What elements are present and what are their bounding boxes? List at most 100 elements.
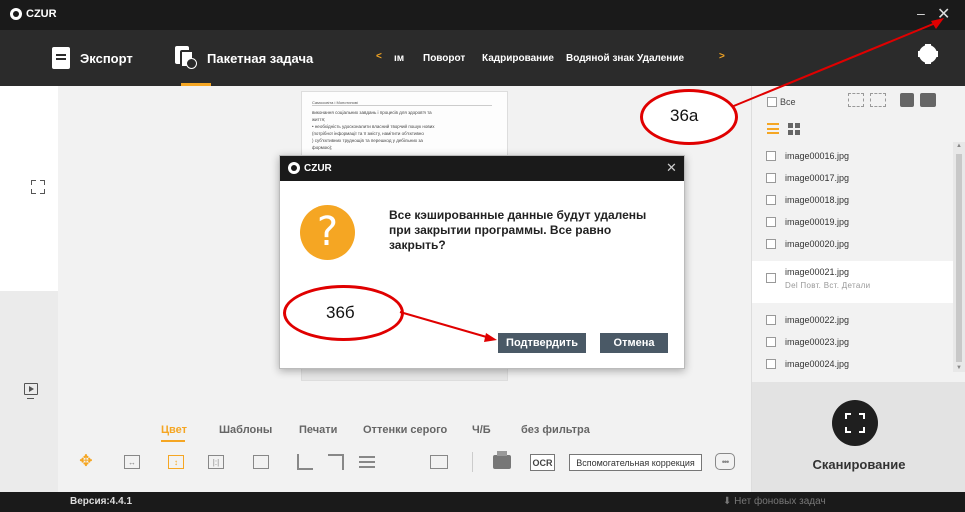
filter-grayscale[interactable]: Оттенки серого bbox=[363, 424, 447, 436]
preview-header: Cамоосвіта і Монотипові bbox=[312, 100, 492, 106]
title-bar: CZUR – ✕ bbox=[0, 0, 965, 30]
question-icon: ? bbox=[300, 205, 355, 260]
move-icon[interactable]: ✥ bbox=[78, 454, 94, 470]
file-item[interactable]: image00017.jpg bbox=[752, 167, 953, 189]
preview-line: ) суб'єктивних труднощів та перешкод у д… bbox=[312, 138, 423, 143]
fit-height-icon[interactable]: ↕ bbox=[168, 455, 184, 469]
scan-area: Сканирование bbox=[752, 382, 965, 492]
folder-icon[interactable] bbox=[920, 93, 936, 107]
slideshow-play-icon[interactable] bbox=[24, 383, 38, 399]
assist-correction-button[interactable]: Вспомогательная коррекция bbox=[569, 454, 702, 471]
grid-view-icon[interactable] bbox=[788, 123, 800, 135]
dialog-title-bar: CZUR ✕ bbox=[280, 156, 684, 181]
file-item[interactable]: image00022.jpg bbox=[752, 309, 953, 331]
menu-item-truncated[interactable]: ıм bbox=[394, 30, 404, 86]
file-name: image00017.jpg bbox=[785, 173, 850, 183]
scan-button[interactable] bbox=[832, 400, 878, 446]
file-name: image00020.jpg bbox=[785, 239, 850, 249]
import-icon[interactable] bbox=[900, 93, 914, 107]
file-name: image00022.jpg bbox=[785, 315, 850, 325]
background-tasks-text: Нет фоновых задач bbox=[734, 496, 826, 507]
file-item[interactable]: image00018.jpg bbox=[752, 189, 953, 211]
menu-item-rotate[interactable]: Поворот bbox=[423, 30, 465, 86]
crop-icon[interactable] bbox=[297, 454, 313, 470]
scrollbar-thumb[interactable] bbox=[956, 154, 962, 362]
file-item-selected[interactable]: image00021.jpg Del Повт. Вст. Детали bbox=[752, 261, 953, 303]
checkbox-icon[interactable] bbox=[766, 315, 776, 325]
menu-item-watermark[interactable]: Водяной знак bbox=[566, 30, 634, 86]
menu-scroll-right-button[interactable]: > bbox=[719, 51, 725, 62]
preview-line: життя; bbox=[312, 117, 326, 122]
confirm-button[interactable]: Подтвердить bbox=[498, 333, 586, 353]
app-logo: CZUR bbox=[10, 8, 57, 20]
file-list-scrollbar[interactable]: ▲ ▼ bbox=[953, 142, 965, 372]
scroll-up-icon[interactable]: ▲ bbox=[956, 143, 962, 149]
comment-bubble-icon[interactable]: ••• bbox=[715, 453, 735, 470]
filter-prints[interactable]: Печати bbox=[299, 424, 337, 436]
menu-scroll-left-button[interactable]: < bbox=[376, 51, 382, 62]
file-name: image00018.jpg bbox=[785, 195, 850, 205]
batch-task-button[interactable]: Пакетная задача bbox=[175, 30, 313, 86]
select-all-label: Все bbox=[780, 97, 796, 107]
dialog-close-button[interactable]: ✕ bbox=[666, 160, 677, 176]
file-item[interactable]: image00024.jpg bbox=[752, 353, 953, 375]
frame-icon[interactable] bbox=[253, 455, 269, 469]
split-pages-icon[interactable] bbox=[870, 93, 886, 107]
file-item[interactable]: image00019.jpg bbox=[752, 211, 953, 233]
preview-line: виконання соціальних завдань і процесів … bbox=[312, 110, 432, 115]
fit-width-icon[interactable]: ↔ bbox=[124, 455, 140, 469]
main-toolbar: Экспорт Пакетная задача < ıм Поворот Кад… bbox=[0, 30, 965, 86]
menu-item-crop[interactable]: Кадрирование bbox=[482, 30, 554, 86]
file-panel: Все image00016.jpg image00017.jpg image0… bbox=[751, 86, 965, 492]
left-panel bbox=[0, 86, 58, 492]
background-tasks-label: ⬇ Нет фоновых задач bbox=[723, 496, 826, 507]
checkbox-icon[interactable] bbox=[766, 359, 776, 369]
scan-label[interactable]: Сканирование bbox=[752, 457, 965, 472]
settings-gear-icon[interactable] bbox=[918, 44, 938, 64]
menu-item-delete[interactable]: Удаление bbox=[637, 30, 684, 86]
checkbox-icon[interactable] bbox=[766, 173, 776, 183]
preview-line: • необхідність удосконалити власний твор… bbox=[312, 124, 435, 129]
tool-divider bbox=[472, 452, 473, 472]
original-size-icon[interactable]: |:| bbox=[208, 455, 224, 469]
annotation-label-a: 36а bbox=[670, 106, 699, 125]
checkbox-icon[interactable] bbox=[766, 273, 776, 283]
adjust-sliders-icon[interactable] bbox=[359, 456, 375, 468]
merge-pages-icon[interactable] bbox=[848, 93, 864, 107]
file-item-actions[interactable]: Del Повт. Вст. Детали bbox=[785, 281, 870, 290]
scroll-down-icon[interactable]: ▼ bbox=[956, 365, 962, 371]
filter-none[interactable]: без фильтра bbox=[521, 424, 590, 436]
free-crop-icon[interactable] bbox=[328, 454, 344, 470]
version-label: Версия:4.4.1 bbox=[70, 496, 133, 507]
close-window-button[interactable]: ✕ bbox=[937, 4, 950, 24]
checkbox-icon[interactable] bbox=[766, 151, 776, 161]
ocr-button[interactable]: OCR bbox=[530, 454, 555, 471]
export-label: Экспорт bbox=[80, 50, 133, 66]
cancel-button[interactable]: Отмена bbox=[600, 333, 668, 353]
list-view-icon[interactable] bbox=[767, 123, 779, 134]
split-page-icon[interactable] bbox=[430, 455, 448, 469]
export-button[interactable]: Экспорт bbox=[52, 30, 133, 86]
panel-actions bbox=[848, 93, 936, 107]
checkbox-icon[interactable] bbox=[766, 195, 776, 205]
file-name: image00016.jpg bbox=[785, 151, 850, 161]
file-item[interactable]: image00023.jpg bbox=[752, 331, 953, 353]
filter-color[interactable]: Цвет bbox=[161, 424, 187, 442]
print-icon[interactable] bbox=[493, 451, 511, 469]
select-all-checkbox[interactable]: Все bbox=[767, 97, 796, 107]
document-icon bbox=[52, 47, 70, 69]
batch-documents-icon bbox=[175, 46, 197, 70]
checkbox-icon[interactable] bbox=[766, 217, 776, 227]
checkbox-icon[interactable] bbox=[766, 337, 776, 347]
file-name: image00024.jpg bbox=[785, 359, 850, 369]
status-bar: Версия:4.4.1 ⬇ Нет фоновых задач bbox=[0, 492, 965, 512]
filter-templates[interactable]: Шаблоны bbox=[219, 424, 272, 436]
batch-task-label: Пакетная задача bbox=[207, 50, 314, 66]
fullscreen-focus-icon[interactable] bbox=[31, 180, 45, 194]
file-item[interactable]: image00016.jpg bbox=[752, 145, 953, 167]
minimize-button[interactable]: – bbox=[917, 5, 925, 21]
checkbox-icon[interactable] bbox=[766, 239, 776, 249]
filter-bw[interactable]: Ч/Б bbox=[472, 424, 491, 436]
dialog-message: Все кэшированные данные будут удалены пр… bbox=[389, 208, 647, 252]
file-item[interactable]: image00020.jpg bbox=[752, 233, 953, 255]
